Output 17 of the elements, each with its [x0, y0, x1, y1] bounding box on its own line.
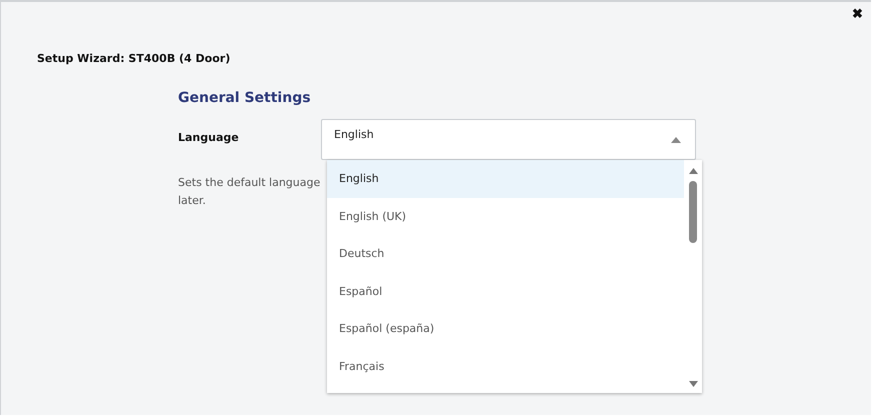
dropdown-option[interactable]: Deutsch	[327, 235, 684, 272]
dialog-title: Setup Wizard: ST400B (4 Door)	[37, 52, 230, 65]
dropdown-option[interactable]: Français	[327, 348, 684, 385]
caret-icon	[671, 137, 681, 143]
dropdown-option[interactable]: Español	[327, 272, 684, 310]
scrollbar-thumb[interactable]	[689, 181, 697, 243]
section-heading: General Settings	[178, 90, 312, 108]
close-button[interactable]: ✖	[852, 6, 863, 22]
scroll-up-icon[interactable]	[688, 168, 698, 174]
dropdown-option[interactable]: English	[327, 160, 684, 198]
dropdown-option[interactable]: Español (españa)	[327, 310, 684, 348]
scroll-down-icon[interactable]	[688, 381, 698, 387]
description-text: Sets the default language	[178, 175, 320, 191]
dropdown-option[interactable]: English (UK)	[327, 198, 684, 235]
field-label: Language	[178, 131, 240, 144]
language-select[interactable]: English	[321, 119, 696, 160]
description-text: later.	[178, 193, 206, 209]
